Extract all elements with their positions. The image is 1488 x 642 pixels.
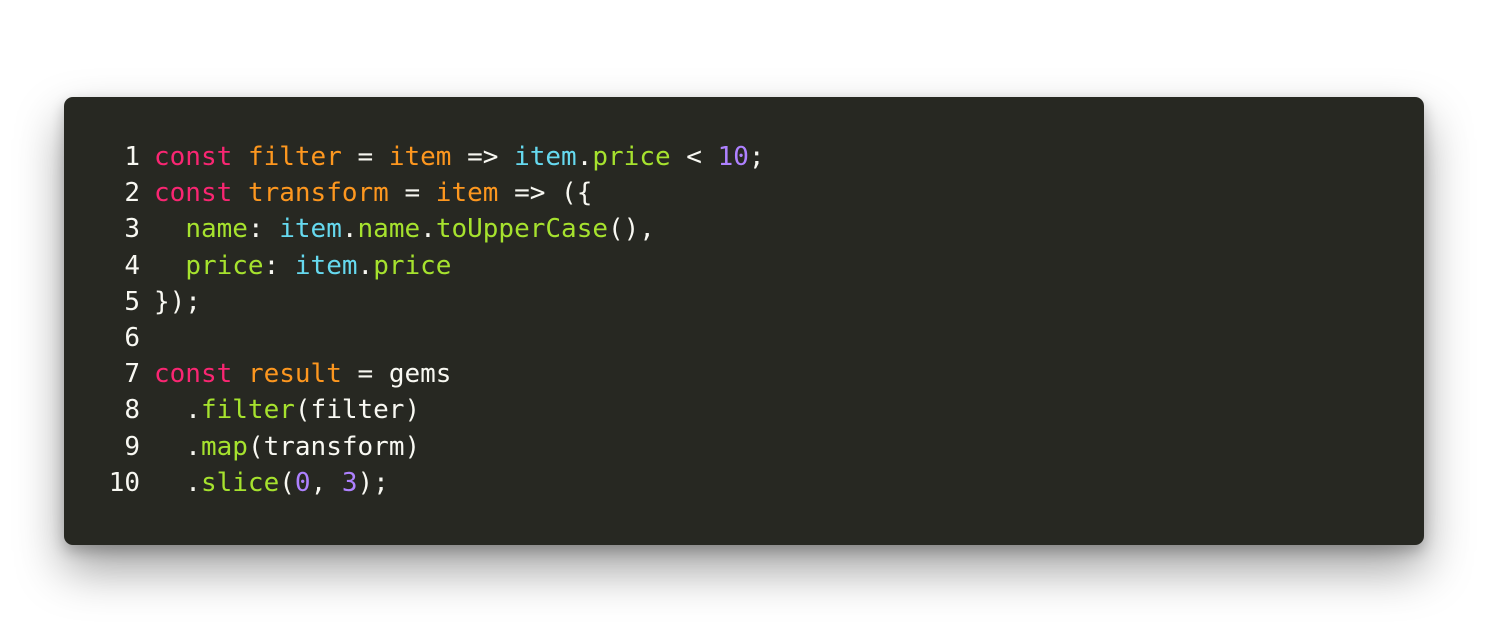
line-number: 9: [124, 431, 140, 462]
code-token-plain: =>: [451, 142, 515, 172]
line-number: 2: [124, 178, 140, 209]
code-line: 7 const result = gems: [64, 356, 1424, 392]
code-token-plain: ,: [310, 467, 342, 498]
line-number: 5: [124, 286, 140, 317]
code-line: 2 const transform = item => ({: [64, 175, 1424, 211]
code-token-plain: :: [263, 250, 295, 281]
code-token-plain: (: [279, 467, 295, 498]
code-line: 10 .slice(0, 3);: [64, 465, 1424, 501]
code-line: 5});: [64, 284, 1424, 320]
code-token-variable: item: [279, 214, 342, 245]
code-token-plain: .: [576, 142, 593, 172]
code-token-property: name: [185, 214, 248, 245]
line-code: .filter(filter): [140, 392, 420, 428]
code-token-property: price: [592, 142, 671, 172]
code-token-def: transform: [247, 178, 389, 209]
code-token-plain: .: [341, 214, 358, 245]
code-line: 1 const filter = item => item.price < 10;: [64, 139, 1424, 175]
code-token-variable: item: [514, 142, 577, 172]
code-token-def: filter: [247, 142, 342, 172]
code-token-def: item: [388, 142, 452, 172]
code-token-def: item: [435, 178, 499, 209]
code-token-plain: .: [154, 395, 201, 426]
code-token-keyword: const: [154, 178, 233, 209]
line-number: 6: [124, 322, 140, 353]
code-token-plain: .: [420, 214, 436, 245]
line-code: const result = gems: [140, 356, 451, 392]
line-number: 4: [124, 250, 140, 281]
code-line: 3 name: item.name.toUpperCase(),: [64, 211, 1424, 247]
code-token-plain: );: [357, 467, 389, 498]
code-token-variable: item: [294, 250, 358, 281]
code-line: 4 price: item.price: [64, 248, 1424, 284]
code-token-plain: .: [154, 467, 201, 498]
line-number: 10: [108, 467, 140, 498]
code-token-plain: .: [154, 431, 201, 462]
code-token-plain: :: [247, 214, 280, 245]
code-line: 6: [64, 320, 1424, 356]
line-code: price: item.price: [140, 248, 451, 284]
line-number: 7: [124, 359, 140, 390]
code-token-plain: ;: [748, 142, 765, 172]
code-token-property: price: [373, 250, 452, 281]
code-token-number: 0: [294, 467, 311, 498]
code-token-plain: (transform): [247, 431, 421, 462]
code-line: 8 .filter(filter): [64, 392, 1424, 428]
code-token-number: 3: [341, 467, 358, 498]
code-token-property: toUpperCase: [435, 214, 608, 245]
code-snippet-card: 1 const filter = item => item.price < 10;…: [64, 97, 1424, 545]
code-token-plain: <: [670, 142, 718, 172]
code-token-number: 10: [717, 142, 749, 172]
line-number: 1: [124, 142, 140, 172]
line-code: name: item.name.toUpperCase(),: [140, 211, 655, 247]
code-token-property: name: [357, 214, 421, 245]
line-code: .map(transform): [140, 429, 420, 465]
code-token-plain: =: [388, 178, 436, 209]
code-token-def: result: [247, 359, 342, 390]
line-code: .slice(0, 3);: [140, 465, 389, 501]
code-token-plain: });: [154, 286, 201, 317]
code-token-plain: = gems: [341, 359, 452, 390]
line-code: const filter = item => item.price < 10;: [140, 139, 765, 175]
code-line: 9 .map(transform): [64, 429, 1424, 465]
code-token-property: map: [200, 431, 248, 462]
code-token-property: slice: [200, 467, 280, 498]
code-token-plain: => ({: [498, 178, 593, 209]
code-token-plain: (filter): [294, 395, 421, 426]
line-number: 8: [124, 395, 140, 426]
line-code: });: [140, 284, 201, 320]
code-token-plain: (),: [608, 214, 655, 245]
code-token-property: filter: [200, 395, 295, 426]
code-block: 1 const filter = item => item.price < 10;…: [64, 139, 1424, 501]
code-token-plain: .: [357, 250, 374, 281]
line-number: 3: [124, 214, 140, 245]
code-token-property: price: [185, 250, 264, 281]
code-token-plain: =: [341, 142, 389, 172]
code-token-keyword: const: [154, 142, 233, 172]
line-code: const transform = item => ({: [140, 175, 592, 211]
code-token-keyword: const: [154, 359, 233, 390]
